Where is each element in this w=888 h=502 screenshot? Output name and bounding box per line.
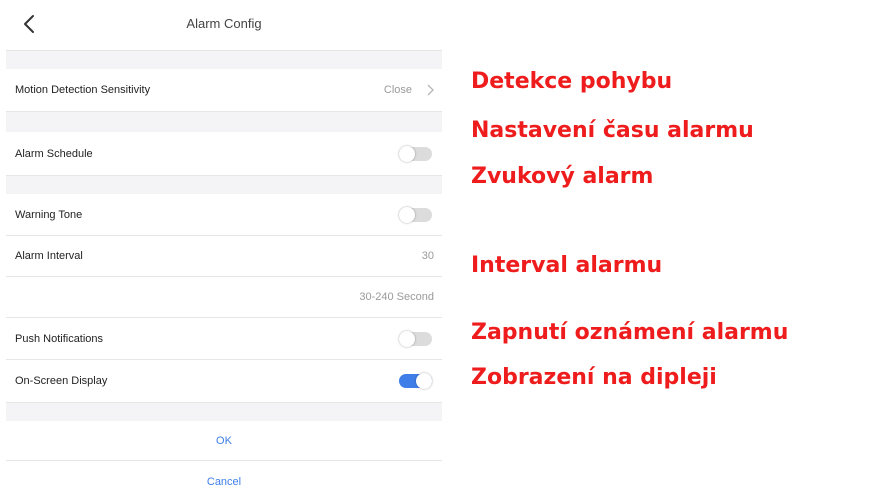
alarm-schedule-row: Alarm Schedule (6, 132, 442, 176)
alarm-interval-hint: 30-240 Second (359, 291, 434, 303)
annotation-text: Detekce pohybu (471, 69, 673, 94)
alarm-interval-row[interactable]: Alarm Interval 30 (6, 236, 442, 277)
section-gap (6, 51, 442, 69)
motion-detection-sensitivity-row[interactable]: Motion Detection Sensitivity Close (6, 69, 442, 112)
warning-tone-label: Warning Tone (15, 208, 83, 221)
toggle-knob (399, 206, 415, 223)
alarm-interval-hint-row: 30-240 Second (6, 277, 442, 318)
page-title: Alarm Config (186, 16, 262, 31)
alarm-schedule-label: Alarm Schedule (15, 147, 93, 160)
section-gap (6, 112, 442, 132)
push-notifications-row: Push Notifications (6, 318, 442, 360)
annotation-text: Zapnutí oznámení alarmu (471, 320, 789, 345)
section-gap (6, 403, 442, 421)
cancel-button[interactable]: Cancel (6, 462, 442, 500)
chevron-right-icon (427, 84, 434, 96)
toggle-knob (416, 373, 432, 389)
toggle-knob (399, 330, 415, 347)
ok-button[interactable]: OK (6, 421, 442, 461)
motion-detection-value: Close (383, 84, 412, 96)
on-screen-display-toggle[interactable] (399, 373, 432, 389)
motion-detection-label: Motion Detection Sensitivity (15, 84, 151, 96)
annotation-text: Interval alarmu (471, 253, 663, 278)
on-screen-display-label: On-Screen Display (15, 375, 108, 387)
on-screen-display-row: On-Screen Display (6, 360, 442, 403)
alarm-schedule-toggle[interactable] (399, 145, 432, 162)
annotation-text: Zvukový alarm (471, 164, 654, 189)
section-gap (6, 176, 442, 194)
push-notifications-toggle[interactable] (399, 330, 432, 347)
annotation-text: Zobrazení na dipleji (471, 365, 717, 390)
alarm-config-screen: Alarm Config Motion Detection Sensitivit… (6, 0, 442, 500)
annotation-text: Nastavení času alarmu (471, 118, 754, 143)
warning-tone-row: Warning Tone (6, 194, 442, 236)
warning-tone-toggle[interactable] (399, 206, 432, 223)
push-notifications-label: Push Notifications (15, 332, 104, 345)
alarm-interval-label: Alarm Interval (15, 250, 83, 262)
toggle-knob (399, 145, 415, 162)
header-bar: Alarm Config (6, 0, 442, 51)
alarm-interval-value[interactable]: 30 (422, 250, 434, 262)
